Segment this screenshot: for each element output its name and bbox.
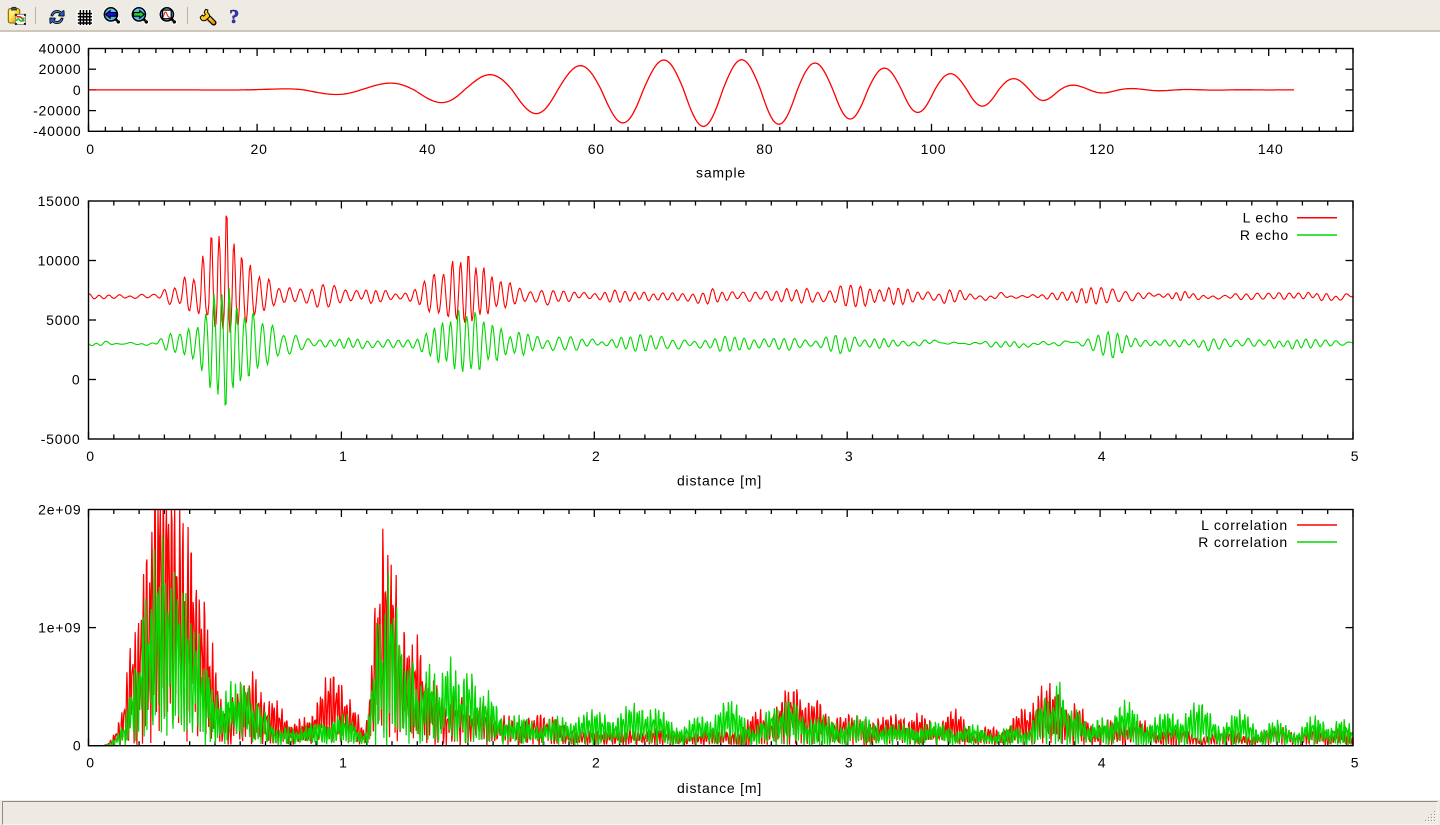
svg-text:140: 140	[1258, 141, 1284, 157]
svg-text:5: 5	[1351, 754, 1360, 770]
svg-text:5: 5	[1351, 448, 1360, 464]
svg-text:0: 0	[73, 738, 82, 754]
svg-text:0: 0	[86, 448, 95, 464]
svg-text:1: 1	[339, 448, 348, 464]
svg-text:5000: 5000	[46, 312, 80, 328]
svg-text:15000: 15000	[38, 193, 81, 209]
svg-text:40000: 40000	[39, 40, 82, 56]
svg-text:-40000: -40000	[33, 123, 81, 139]
svg-text:4: 4	[1098, 754, 1107, 770]
svg-text:distance [m]: distance [m]	[677, 780, 762, 796]
svg-text:0: 0	[72, 371, 81, 387]
svg-text:40: 40	[419, 141, 436, 157]
svg-text:2: 2	[592, 754, 601, 770]
svg-text:2e+09: 2e+09	[38, 501, 81, 517]
svg-text:-20000: -20000	[33, 103, 81, 119]
svg-text:distance [m]: distance [m]	[677, 473, 762, 489]
svg-text:?: ?	[229, 7, 239, 27]
svg-text:120: 120	[1089, 141, 1115, 157]
svg-text:20000: 20000	[39, 61, 82, 77]
svg-text:1: 1	[339, 754, 348, 770]
svg-text:60: 60	[588, 141, 605, 157]
svg-text:1e+09: 1e+09	[38, 620, 81, 636]
svg-text:R correlation: R correlation	[1198, 534, 1288, 550]
svg-text:0: 0	[73, 82, 82, 98]
svg-text:20: 20	[251, 141, 268, 157]
svg-text:0: 0	[86, 141, 95, 157]
svg-text:sample: sample	[696, 165, 746, 181]
svg-text:L echo: L echo	[1243, 210, 1289, 226]
svg-text:3: 3	[845, 448, 854, 464]
svg-text:100: 100	[921, 141, 947, 157]
svg-text:L correlation: L correlation	[1201, 517, 1288, 533]
svg-text:0: 0	[86, 754, 95, 770]
svg-text:-5000: -5000	[41, 431, 81, 447]
svg-text:4: 4	[1098, 448, 1107, 464]
svg-text:R echo: R echo	[1240, 227, 1289, 243]
svg-text:10000: 10000	[38, 252, 81, 268]
svg-text:80: 80	[756, 141, 773, 157]
svg-text:3: 3	[845, 754, 854, 770]
svg-text:2: 2	[592, 448, 601, 464]
